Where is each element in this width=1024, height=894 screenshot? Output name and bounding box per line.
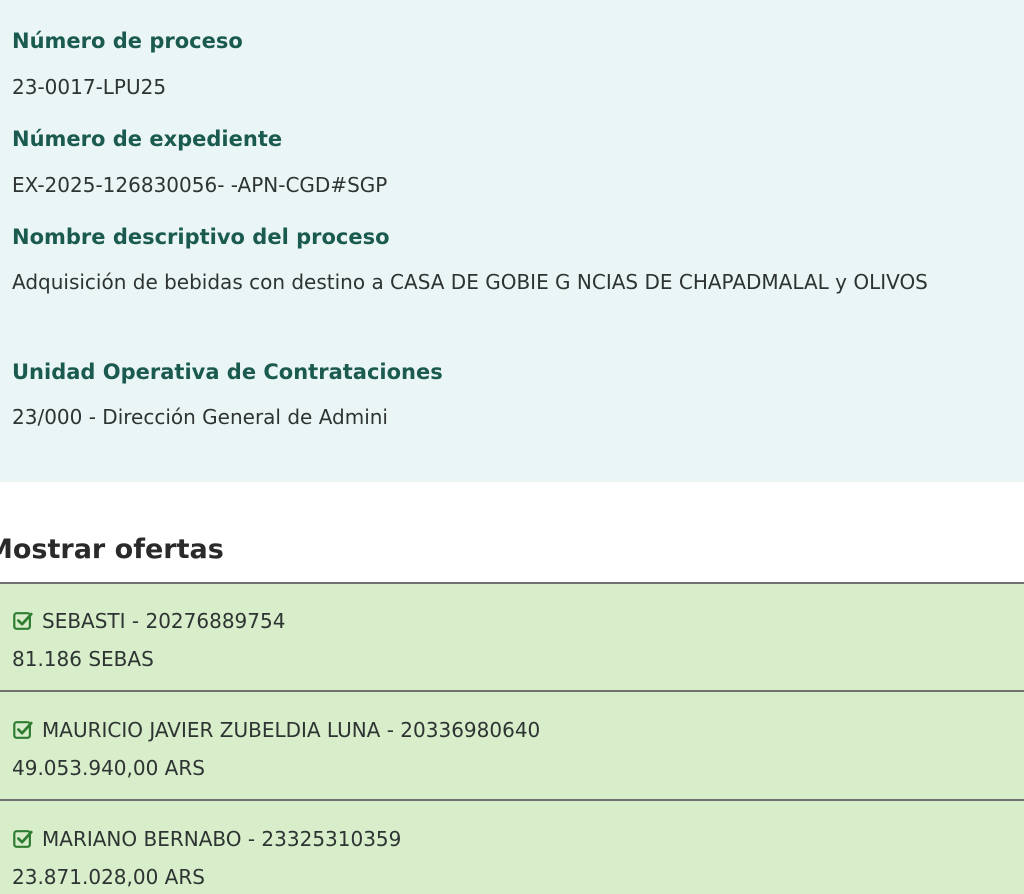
process-description-label: Nombre descriptivo del proceso [12, 225, 390, 249]
process-number-label: Número de proceso [12, 29, 243, 53]
process-number-value: 23-0017-LPU25 [12, 75, 167, 99]
process-detail-page: Número de proceso 23-0017-LPU25 Número d… [0, 0, 1024, 894]
offer-bidder-name: MARIANO BERNABO - 23325310359 [42, 827, 402, 851]
procurement-unit-field: Unidad Operativa de Contrataciones 23/00… [12, 358, 443, 434]
checkbox-checked-icon [13, 830, 33, 848]
offer-amount: 49.053.940,00 ARS [12, 756, 205, 780]
offer-amount: 81.186 SEBAS [12, 647, 154, 671]
process-description-field: Nombre descriptivo del proceso Adquisici… [12, 223, 972, 300]
offers-list: SEBASTI - 20276889754 81.186 SEBAS MAURI… [0, 582, 1024, 894]
procurement-unit-value: 23/000 - Dirección General de Admini [12, 405, 388, 429]
offer-header: MARIANO BERNABO - 23325310359 [12, 824, 401, 854]
process-number-field: Número de proceso 23-0017-LPU25 [12, 27, 243, 104]
file-number-value: EX-2025-126830056- -APN-CGD#SGP [12, 173, 388, 197]
offer-item[interactable]: MAURICIO JAVIER ZUBELDIA LUNA - 20336980… [0, 693, 1024, 801]
checkbox-checked-icon [13, 721, 33, 739]
offer-bidder-name: SEBASTI - 20276889754 [42, 609, 286, 633]
offer-header: SEBASTI - 20276889754 [12, 606, 285, 636]
checkbox-checked-icon [13, 612, 33, 630]
procurement-unit-label: Unidad Operativa de Contrataciones [12, 360, 443, 384]
process-info-panel: Número de proceso 23-0017-LPU25 Número d… [0, 0, 1024, 482]
offer-amount: 23.871.028,00 ARS [12, 865, 205, 889]
show-offers-heading[interactable]: Mostrar ofertas [0, 530, 224, 570]
offer-item[interactable]: SEBASTI - 20276889754 81.186 SEBAS [0, 584, 1024, 692]
offer-header: MAURICIO JAVIER ZUBELDIA LUNA - 20336980… [12, 715, 540, 745]
offer-item[interactable]: MARIANO BERNABO - 23325310359 23.871.028… [0, 802, 1024, 894]
file-number-field: Número de expediente EX-2025-126830056- … [12, 125, 387, 202]
offer-bidder-name: MAURICIO JAVIER ZUBELDIA LUNA - 20336980… [42, 718, 541, 742]
process-description-value: Adquisición de bebidas con destino a CAS… [12, 270, 928, 294]
file-number-label: Número de expediente [12, 127, 283, 151]
